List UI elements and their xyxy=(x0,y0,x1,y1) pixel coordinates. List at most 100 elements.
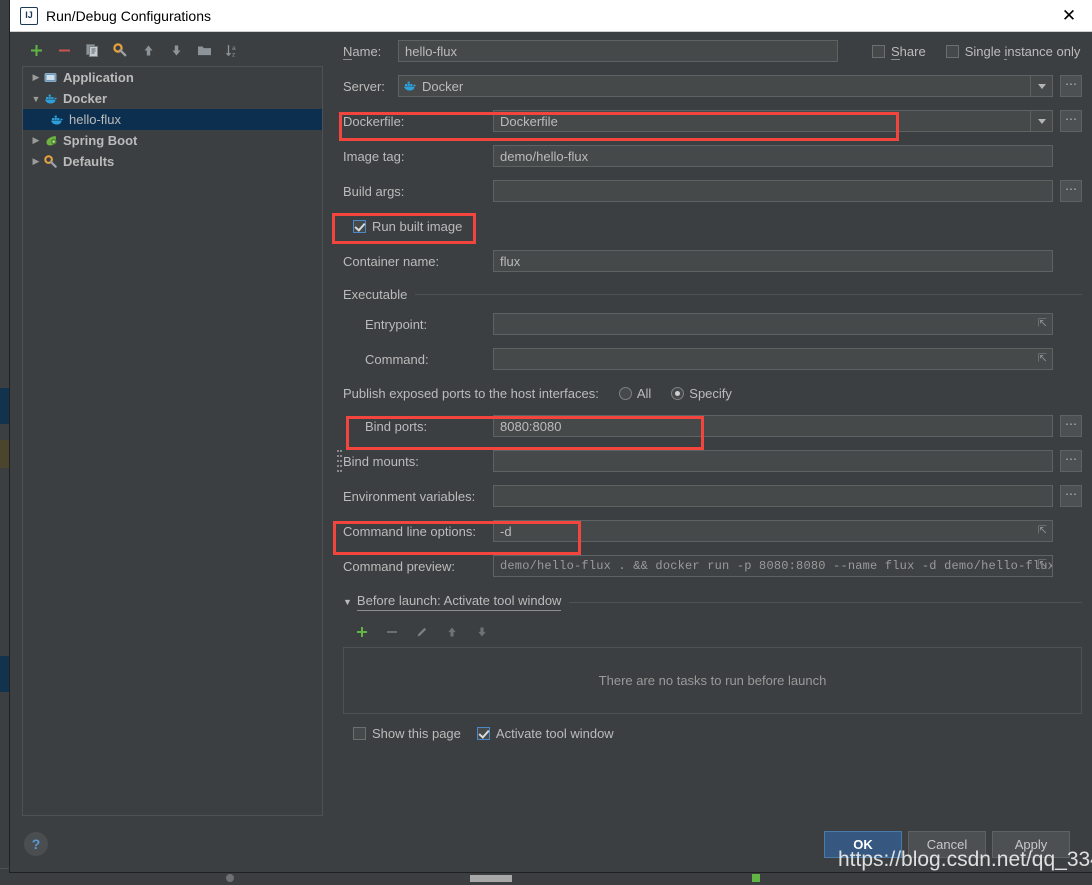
command-preview-field: demo/hello-flux . && docker run -p 8080:… xyxy=(493,555,1053,577)
tree-item-label: Application xyxy=(63,70,134,85)
pencil-icon[interactable] xyxy=(413,624,430,641)
arrow-down-icon[interactable] xyxy=(168,42,185,59)
server-value: Docker xyxy=(422,79,463,94)
server-browse-button[interactable]: ⋯ xyxy=(1060,75,1082,97)
share-checkbox-box[interactable] xyxy=(872,45,885,58)
environment-variables-row: Environment variables: ⋯ xyxy=(343,485,1082,507)
tree-item-application[interactable]: ▶ Application xyxy=(23,67,322,88)
wrench-icon[interactable] xyxy=(112,42,129,59)
server-dropdown-arrow[interactable] xyxy=(1031,75,1053,97)
expand-icon[interactable]: ⇱ xyxy=(1038,354,1047,365)
name-input[interactable]: hello-flux xyxy=(398,40,838,62)
command-row: Command: ⇱ xyxy=(343,348,1082,370)
publish-ports-all-radio[interactable]: All xyxy=(619,386,651,401)
remove-configuration-button[interactable] xyxy=(56,42,73,59)
share-checkbox[interactable]: Share xyxy=(872,44,926,59)
dockerfile-combo[interactable]: Dockerfile xyxy=(493,110,1031,132)
server-combo[interactable]: Docker xyxy=(398,75,1031,97)
tree-item-docker[interactable]: ▼ Docker xyxy=(23,88,322,109)
dockerfile-label: Dockerfile: xyxy=(343,114,493,129)
run-built-image-checkbox[interactable]: Run built image xyxy=(343,219,462,234)
dockerfile-browse-button[interactable]: ⋯ xyxy=(1060,110,1082,132)
tree-toolbar: a z xyxy=(10,36,333,64)
spring-boot-icon xyxy=(43,133,59,149)
panel-splitter[interactable] xyxy=(333,444,342,478)
before-launch-header[interactable]: ▼ Before launch: Activate tool window xyxy=(343,593,1082,611)
bind-ports-input[interactable]: 8080:8080 xyxy=(493,415,1053,437)
status-progress xyxy=(470,875,512,882)
container-name-input[interactable]: flux xyxy=(493,250,1053,272)
name-label: Name: xyxy=(343,44,398,59)
group-divider xyxy=(415,294,1082,295)
close-icon[interactable]: ✕ xyxy=(1046,0,1092,31)
tree-item-hello-flux[interactable]: hello-flux xyxy=(23,109,322,130)
publish-ports-specify-radio[interactable]: Specify xyxy=(671,386,732,401)
radio-specify-label: Specify xyxy=(689,386,732,401)
dockerfile-dropdown-arrow[interactable] xyxy=(1031,110,1053,132)
run-built-image-label: Run built image xyxy=(372,219,462,234)
sort-alphabetical-icon[interactable]: a z xyxy=(224,42,241,59)
arrow-up-icon[interactable] xyxy=(140,42,157,59)
publish-ports-row: Publish exposed ports to the host interf… xyxy=(343,383,1082,403)
build-args-input[interactable] xyxy=(493,180,1053,202)
activate-tool-window-label: Activate tool window xyxy=(496,726,614,741)
radio-all-circle[interactable] xyxy=(619,387,632,400)
single-instance-label: Single instance only xyxy=(965,44,1081,59)
wrench-icon xyxy=(43,154,59,170)
help-icon[interactable]: ? xyxy=(24,832,48,856)
add-task-button[interactable] xyxy=(353,624,370,641)
chevron-down-icon[interactable]: ▼ xyxy=(29,94,43,104)
entrypoint-input[interactable]: ⇱ xyxy=(493,313,1053,335)
command-preview-value: demo/hello-flux . && docker run -p 8080:… xyxy=(500,559,1053,573)
single-instance-checkbox-box[interactable] xyxy=(946,45,959,58)
build-args-label: Build args: xyxy=(343,184,493,199)
chevron-right-icon[interactable]: ▶ xyxy=(29,135,43,146)
remove-task-button[interactable] xyxy=(383,624,400,641)
tree-item-label: Spring Boot xyxy=(63,133,137,148)
svg-text:z: z xyxy=(232,51,235,58)
configuration-editor-panel: Name: hello-flux Share Single instance o… xyxy=(333,32,1092,816)
run-built-image-checkbox-box[interactable] xyxy=(353,220,366,233)
image-tag-input[interactable]: demo/hello-flux xyxy=(493,145,1053,167)
build-args-browse-button[interactable]: ⋯ xyxy=(1060,180,1082,202)
copy-configuration-button[interactable] xyxy=(84,42,101,59)
expand-icon[interactable]: ⇱ xyxy=(1038,319,1047,330)
single-instance-checkbox[interactable]: Single instance only xyxy=(946,44,1081,59)
chevron-right-icon[interactable]: ▶ xyxy=(29,72,43,83)
chevron-right-icon[interactable]: ▶ xyxy=(29,156,43,167)
show-this-page-checkbox-box[interactable] xyxy=(353,727,366,740)
run-debug-configurations-dialog: Run/Debug Configurations ✕ xyxy=(10,0,1092,872)
before-launch-tasks-list[interactable]: There are no tasks to run before launch xyxy=(343,647,1082,714)
folder-icon[interactable] xyxy=(196,42,213,59)
docker-icon xyxy=(403,79,417,93)
container-name-label: Container name: xyxy=(343,254,493,269)
environment-variables-input[interactable] xyxy=(493,485,1053,507)
chevron-down-icon[interactable]: ▼ xyxy=(343,597,352,607)
container-name-row: Container name: flux xyxy=(343,250,1082,272)
watermark-text: https://blog.csdn.net/qq_33423418 xyxy=(838,848,1092,872)
activate-tool-window-checkbox[interactable]: Activate tool window xyxy=(477,726,614,741)
tree-item-defaults[interactable]: ▶ Defaults xyxy=(23,151,322,172)
move-task-up-button[interactable] xyxy=(443,624,460,641)
configurations-panel: a z ▶ Application xyxy=(10,32,333,816)
move-task-down-button[interactable] xyxy=(473,624,490,641)
intellij-idea-icon xyxy=(20,7,38,25)
expand-icon[interactable]: ⇱ xyxy=(1038,561,1047,572)
show-this-page-checkbox[interactable]: Show this page xyxy=(353,726,461,741)
bind-mounts-browse-button[interactable]: ⋯ xyxy=(1060,450,1082,472)
configurations-tree[interactable]: ▶ Application ▼ xyxy=(22,66,323,816)
show-this-page-label: Show this page xyxy=(372,726,461,741)
tree-item-spring-boot[interactable]: ▶ Spring Boot xyxy=(23,130,322,151)
command-line-options-label: Command line options: xyxy=(343,524,493,539)
radio-specify-circle[interactable] xyxy=(671,387,684,400)
expand-icon[interactable]: ⇱ xyxy=(1038,526,1047,537)
bind-ports-browse-button[interactable]: ⋯ xyxy=(1060,415,1082,437)
command-line-options-input[interactable]: -d ⇱ xyxy=(493,520,1053,542)
add-configuration-button[interactable] xyxy=(28,42,45,59)
bind-ports-label: Bind ports: xyxy=(343,419,493,434)
command-input[interactable]: ⇱ xyxy=(493,348,1053,370)
activate-tool-window-checkbox-box[interactable] xyxy=(477,727,490,740)
name-row: Name: hello-flux Share Single instance o… xyxy=(343,40,1082,62)
environment-variables-browse-button[interactable]: ⋯ xyxy=(1060,485,1082,507)
bind-mounts-input[interactable] xyxy=(493,450,1053,472)
